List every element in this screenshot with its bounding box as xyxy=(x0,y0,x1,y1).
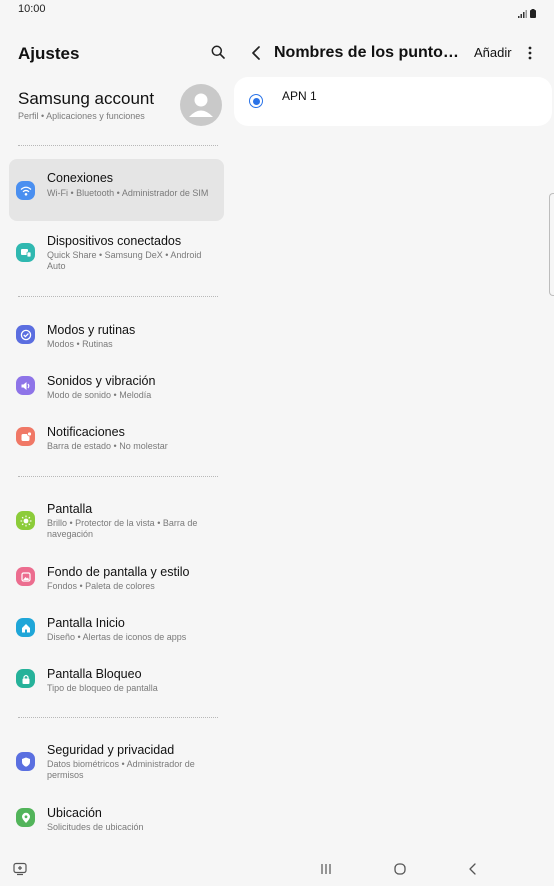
apn-page-title: Nombres de los puntos de acceso xyxy=(274,44,466,61)
menu-item-seguridad-y-privacidad[interactable]: Seguridad y privacidad Datos biométricos… xyxy=(9,735,224,797)
radio-selected-dot xyxy=(252,97,260,105)
menu-subtitle: Datos biométricos • Administrador de per… xyxy=(47,759,195,780)
menu-subtitle: Barra de estado • No molestar xyxy=(47,441,168,451)
menu-title: Seguridad y privacidad xyxy=(47,743,175,757)
menu-item-pantalla[interactable]: Pantalla Brillo • Protector de la vista … xyxy=(9,494,224,556)
back-icon[interactable] xyxy=(246,42,266,64)
apn-radio-button[interactable] xyxy=(249,94,263,108)
menu-item-ubicacion[interactable]: Ubicación Solicitudes de ubicación xyxy=(9,797,224,843)
menu-subtitle: Modo de sonido • Melodía xyxy=(47,390,152,400)
menu-item-fondo-de-pantalla[interactable]: Fondo de pantalla y estilo Fondos • Pale… xyxy=(9,556,224,602)
location-icon xyxy=(16,808,35,827)
taskbar-toggle-icon[interactable] xyxy=(9,858,31,880)
menu-subtitle: Wi-Fi • Bluetooth • Administrador de SIM xyxy=(47,188,209,198)
menu-title: Modos y rutinas xyxy=(47,323,136,337)
status-bar: 10:00 xyxy=(0,0,554,20)
menu-title: Notificaciones xyxy=(47,425,125,439)
menu-subtitle: Tipo de bloqueo de pantalla xyxy=(47,683,158,693)
menu-item-notificaciones[interactable]: Notificaciones Barra de estado • No mole… xyxy=(9,416,224,462)
menu-title: Conexiones xyxy=(47,171,114,185)
menu-title: Pantalla xyxy=(47,502,93,516)
divider xyxy=(18,145,218,146)
devices-icon xyxy=(16,243,35,262)
home-icon xyxy=(16,618,35,637)
menu-title: Sonidos y vibración xyxy=(47,374,156,388)
samsung-account[interactable]: Samsung account Perfil • Aplicaciones y … xyxy=(18,84,222,128)
battery-icon xyxy=(530,5,536,23)
menu-item-pantalla-inicio[interactable]: Pantalla Inicio Diseño • Alertas de icon… xyxy=(9,607,224,653)
menu-item-sonidos-y-vibracion[interactable]: Sonidos y vibración Modo de sonido • Mel… xyxy=(9,365,224,411)
menu-item-pantalla-bloqueo[interactable]: Pantalla Bloqueo Tipo de bloqueo de pant… xyxy=(9,658,224,704)
settings-title: Ajustes xyxy=(18,44,80,63)
menu-item-dispositivos-conectados[interactable]: Dispositivos conectados Quick Share • Sa… xyxy=(9,222,224,284)
divider xyxy=(18,717,218,718)
menu-subtitle: Fondos • Paleta de colores xyxy=(47,581,155,591)
account-subtitle: Perfil • Aplicaciones y funciones xyxy=(18,111,145,121)
avatar xyxy=(180,84,222,126)
add-button[interactable]: Añadir xyxy=(474,45,512,60)
account-title: Samsung account xyxy=(18,89,155,108)
wallpaper-icon xyxy=(16,567,35,586)
brightness-icon xyxy=(16,511,35,530)
back-nav-icon[interactable] xyxy=(462,858,484,880)
volume-icon xyxy=(16,376,35,395)
apn-name: APN 1 xyxy=(282,89,317,103)
panel-resize-handle[interactable] xyxy=(549,193,554,296)
menu-subtitle: Diseño • Alertas de iconos de apps xyxy=(47,632,187,642)
menu-subtitle: Modos • Rutinas xyxy=(47,339,113,349)
home-button-icon[interactable] xyxy=(389,858,411,880)
menu-title: Dispositivos conectados xyxy=(47,234,182,248)
wifi-icon xyxy=(16,181,35,200)
menu-item-conexiones[interactable]: Conexiones Wi-Fi • Bluetooth • Administr… xyxy=(9,159,224,221)
menu-title: Ubicación xyxy=(47,806,102,820)
notification-icon xyxy=(16,427,35,446)
divider xyxy=(18,476,218,477)
divider xyxy=(18,296,218,297)
more-options-icon[interactable] xyxy=(524,42,536,64)
navigation-bar xyxy=(0,850,554,886)
lock-icon xyxy=(16,669,35,688)
signal-icon xyxy=(518,5,528,23)
menu-title: Pantalla Inicio xyxy=(47,616,125,630)
menu-item-modos-y-rutinas[interactable]: Modos y rutinas Modos • Rutinas xyxy=(9,314,224,360)
settings-header: Ajustes xyxy=(18,42,225,66)
menu-title: Fondo de pantalla y estilo xyxy=(47,565,190,579)
recent-apps-icon[interactable] xyxy=(315,858,337,880)
menu-subtitle: Solicitudes de ubicación xyxy=(47,822,144,832)
menu-title: Pantalla Bloqueo xyxy=(47,667,142,681)
status-icons xyxy=(518,5,536,23)
apn-list-item[interactable]: APN 1 xyxy=(234,77,552,126)
status-time: 10:00 xyxy=(18,3,46,15)
check-circle-icon xyxy=(16,325,35,344)
menu-subtitle: Brillo • Protector de la vista • Barra d… xyxy=(47,518,198,539)
menu-subtitle: Quick Share • Samsung DeX • Android Auto xyxy=(47,250,202,271)
search-icon[interactable] xyxy=(206,40,230,64)
shield-icon xyxy=(16,752,35,771)
